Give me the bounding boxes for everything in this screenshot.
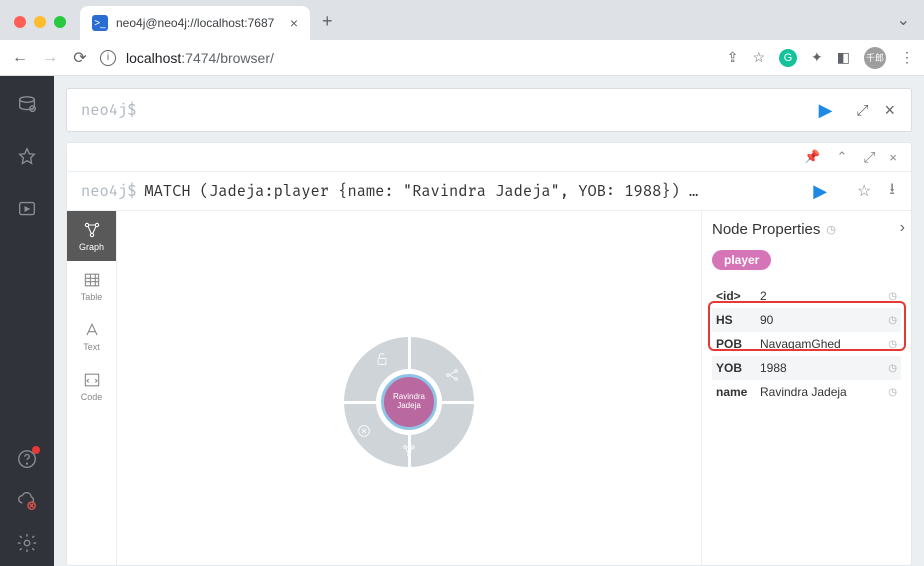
new-tab-button[interactable]: + bbox=[310, 11, 345, 40]
fullscreen-icon[interactable]: ⤢ bbox=[863, 149, 873, 166]
history-icon[interactable]: ◷ bbox=[884, 284, 901, 308]
settings-gear-icon[interactable] bbox=[16, 532, 38, 554]
tab-table[interactable]: Table bbox=[67, 261, 116, 311]
install-app-icon[interactable]: ⇪ bbox=[727, 49, 739, 66]
grammarly-extension-icon[interactable]: G bbox=[779, 49, 797, 67]
help-icon[interactable] bbox=[16, 448, 38, 470]
node-label: Ravindra Jadeja bbox=[384, 393, 434, 411]
tab-favicon: >_ bbox=[92, 15, 108, 31]
history-icon[interactable]: ◷ bbox=[884, 380, 901, 404]
window-controls bbox=[0, 16, 80, 40]
table-row: HS 90 ◷ bbox=[712, 308, 901, 332]
table-row: name Ravindra Jadeja ◷ bbox=[712, 380, 901, 404]
window-zoom-button[interactable] bbox=[54, 16, 66, 28]
tab-code-label: Code bbox=[81, 392, 103, 402]
history-icon[interactable]: ◷ bbox=[884, 332, 901, 356]
notification-dot bbox=[32, 446, 40, 454]
node-label-chip[interactable]: player bbox=[712, 250, 771, 270]
kebab-menu-icon[interactable]: ⋮ bbox=[900, 49, 914, 66]
download-icon[interactable]: ⭳ bbox=[889, 178, 895, 205]
graph-canvas[interactable]: Ravindra Jadeja bbox=[117, 211, 701, 565]
prop-value: NavagamGhed bbox=[756, 332, 884, 356]
graph-node[interactable]: Ravindra Jadeja bbox=[381, 374, 437, 430]
node-properties-panel: › Node Properties ◷ player <id> 2 ◷ HS bbox=[701, 211, 911, 565]
history-icon[interactable]: ◷ bbox=[884, 308, 901, 332]
view-mode-tabs: Graph Table Text Code bbox=[67, 211, 117, 565]
tab-text[interactable]: Text bbox=[67, 311, 116, 361]
query-editor[interactable]: neo4j$ ▶ ⤢ × bbox=[66, 88, 912, 132]
close-icon[interactable]: × bbox=[884, 100, 895, 121]
fullscreen-icon[interactable]: ⤢ bbox=[856, 102, 866, 119]
rerun-button[interactable]: ▶ bbox=[799, 181, 841, 202]
reload-button[interactable]: ⟳ bbox=[70, 48, 90, 68]
run-button[interactable]: ▶ bbox=[805, 100, 847, 121]
cloud-sync-icon[interactable] bbox=[16, 490, 38, 512]
table-row: <id> 2 ◷ bbox=[712, 284, 901, 308]
tab-title: neo4j@neo4j://localhost:7687 bbox=[116, 16, 282, 30]
expand-relationships-icon[interactable] bbox=[444, 367, 460, 383]
browser-tab[interactable]: >_ neo4j@neo4j://localhost:7687 × bbox=[80, 6, 310, 40]
back-button[interactable]: ← bbox=[10, 49, 30, 67]
browser-toolbar: ← → ⟳ i localhost:7474/browser/ ⇪ ☆ G ✦ … bbox=[0, 40, 924, 76]
prop-value: 2 bbox=[756, 284, 884, 308]
profile-avatar[interactable]: 千郎 bbox=[864, 47, 886, 69]
prop-key: POB bbox=[712, 332, 756, 356]
frame-prompt: neo4j$ bbox=[67, 182, 144, 201]
window-close-button[interactable] bbox=[14, 16, 26, 28]
prop-value: 1988 bbox=[756, 356, 884, 380]
prop-key: YOB bbox=[712, 356, 756, 380]
left-sidebar bbox=[0, 76, 54, 566]
panel-title: Node Properties bbox=[712, 221, 820, 238]
url-host: localhost bbox=[126, 50, 181, 66]
tab-table-label: Table bbox=[81, 292, 103, 302]
result-frame: 📌 ⌃ ⤢ × neo4j$ MATCH (Jadeja:player {nam… bbox=[66, 142, 912, 566]
prop-key: name bbox=[712, 380, 756, 404]
database-icon[interactable] bbox=[16, 94, 38, 116]
close-icon[interactable]: × bbox=[889, 150, 897, 165]
site-info-icon[interactable]: i bbox=[100, 50, 116, 66]
frame-query-text: MATCH (Jadeja:player {name: "Ravindra Ja… bbox=[144, 182, 799, 201]
workspace: neo4j$ ▶ ⤢ × 📌 ⌃ ⤢ × neo4j$ MATCH (Jadej… bbox=[54, 76, 924, 566]
table-row: YOB 1988 ◷ bbox=[712, 356, 901, 380]
tab-close-icon[interactable]: × bbox=[290, 15, 298, 31]
tab-graph-label: Graph bbox=[79, 242, 104, 252]
browser-tab-strip: >_ neo4j@neo4j://localhost:7687 × + ⌄ bbox=[0, 0, 924, 40]
side-panel-icon[interactable]: ◧ bbox=[837, 49, 850, 66]
unlock-icon[interactable] bbox=[374, 351, 390, 367]
history-icon[interactable]: ◷ bbox=[826, 223, 836, 236]
guides-icon[interactable] bbox=[16, 198, 38, 220]
extensions-icon[interactable]: ✦ bbox=[811, 49, 823, 66]
collapse-icon[interactable]: ⌃ bbox=[836, 149, 847, 165]
frame-toolbar: 📌 ⌃ ⤢ × bbox=[67, 143, 911, 171]
favorite-star-icon[interactable]: ☆ bbox=[857, 181, 871, 201]
tab-graph[interactable]: Graph bbox=[67, 211, 116, 261]
prop-value: 90 bbox=[756, 308, 884, 332]
node-radial-menu[interactable]: Ravindra Jadeja bbox=[344, 337, 474, 467]
window-minimize-button[interactable] bbox=[34, 16, 46, 28]
bookmark-star-icon[interactable]: ☆ bbox=[752, 49, 765, 66]
url-path: :7474/browser/ bbox=[181, 50, 274, 66]
graph-explore-icon[interactable] bbox=[401, 443, 417, 459]
prop-key: HS bbox=[712, 308, 756, 332]
pin-icon[interactable]: 📌 bbox=[804, 149, 820, 165]
prop-value: Ravindra Jadeja bbox=[756, 380, 884, 404]
dismiss-icon[interactable] bbox=[356, 423, 372, 439]
address-bar[interactable]: localhost:7474/browser/ bbox=[126, 50, 717, 66]
forward-button: → bbox=[40, 49, 60, 67]
tab-code[interactable]: Code bbox=[67, 361, 116, 411]
editor-prompt: neo4j$ bbox=[67, 101, 144, 120]
tab-text-label: Text bbox=[83, 342, 100, 352]
frame-query-bar: neo4j$ MATCH (Jadeja:player {name: "Ravi… bbox=[67, 171, 911, 211]
chevron-right-icon[interactable]: › bbox=[900, 219, 905, 237]
prop-key: <id> bbox=[712, 284, 756, 308]
history-icon[interactable]: ◷ bbox=[884, 356, 901, 380]
favorites-star-icon[interactable] bbox=[16, 146, 38, 168]
tabs-dropdown-icon[interactable]: ⌄ bbox=[897, 10, 924, 40]
table-row: POB NavagamGhed ◷ bbox=[712, 332, 901, 356]
properties-table: <id> 2 ◷ HS 90 ◷ POB NavagamGhed ◷ bbox=[712, 284, 901, 404]
